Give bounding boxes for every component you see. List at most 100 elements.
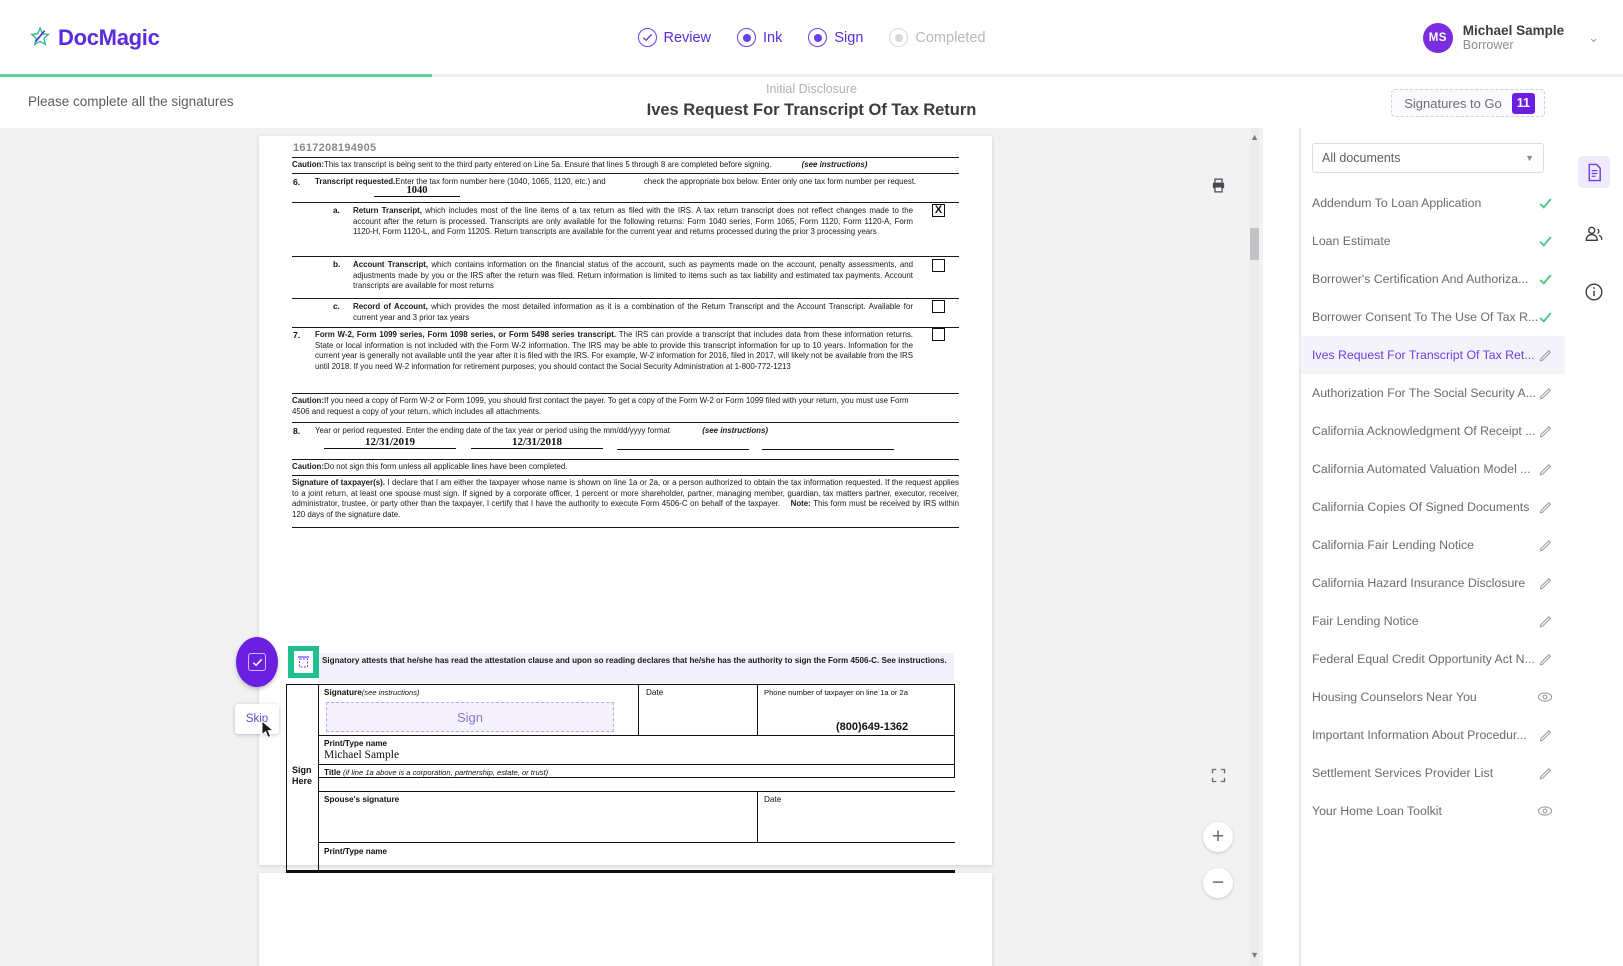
list-item[interactable]: Borrower Consent To The Use Of Tax R... xyxy=(1301,298,1566,336)
rail-info-button[interactable] xyxy=(1578,276,1610,308)
step-review-label: Review xyxy=(663,29,712,46)
signature-field-marker[interactable] xyxy=(236,637,278,687)
status-pencil-icon xyxy=(1539,500,1553,514)
list-item-active[interactable]: Ives Request For Transcript Of Tax Ret..… xyxy=(1301,336,1566,374)
line-8-date-1[interactable]: 12/31/2019 xyxy=(324,436,456,449)
status-check-icon xyxy=(1538,310,1553,325)
table-date-label: Date xyxy=(646,688,664,697)
document-stage: 1617208194905 Caution:This tax transcrip… xyxy=(0,128,1263,966)
table-print-name-value: Michael Sample xyxy=(324,749,400,761)
step-sign[interactable]: Sign xyxy=(808,28,863,47)
list-item[interactable]: California Acknowledgment Of Receipt ... xyxy=(1301,412,1566,450)
chevron-down-icon[interactable]: ⌄ xyxy=(1588,30,1599,46)
fit-screen-button[interactable] xyxy=(1203,760,1233,790)
line-8-date-4[interactable] xyxy=(762,436,894,450)
signatures-to-go-label: Signatures to Go xyxy=(1404,95,1502,111)
document-filter-select[interactable]: All documents ▼ xyxy=(1312,143,1544,173)
line-8-date-2[interactable]: 12/31/2018 xyxy=(471,436,603,449)
step-ink[interactable]: Ink xyxy=(737,28,782,47)
status-check-icon xyxy=(1538,196,1553,211)
item-a-checkbox[interactable]: X xyxy=(932,204,945,217)
item-c-bold: Record of Account, xyxy=(353,302,428,311)
document-name: California Acknowledgment Of Receipt ... xyxy=(1312,424,1536,438)
rail-documents-button[interactable] xyxy=(1578,156,1610,188)
line-6-text-2: check the appropriate box below. Enter o… xyxy=(643,177,917,186)
info-icon xyxy=(1585,283,1603,301)
signatures-to-go[interactable]: Signatures to Go 11 xyxy=(1391,89,1545,117)
item-b-bold: Account Transcript, xyxy=(353,260,429,269)
list-item[interactable]: Housing Counselors Near You xyxy=(1301,678,1566,716)
docmagic-star-icon xyxy=(30,26,51,46)
list-item[interactable]: Your Home Loan Toolkit xyxy=(1301,792,1566,830)
line-8-text: Year or period requested. Enter the endi… xyxy=(315,426,670,435)
step-completed-label: Completed xyxy=(915,29,986,46)
document-name: Important Information About Procedur... xyxy=(1312,728,1527,742)
list-item[interactable]: Loan Estimate xyxy=(1301,222,1566,260)
caution-1-label: Caution: xyxy=(292,160,324,169)
table-signature-hint: (see instructions) xyxy=(361,688,420,697)
stage-scroll-thumb[interactable] xyxy=(1250,228,1259,260)
document-name: California Automated Valuation Model ... xyxy=(1312,462,1531,476)
list-item[interactable]: California Fair Lending Notice xyxy=(1301,526,1566,564)
checkbox-field-icon xyxy=(294,651,313,673)
list-item[interactable]: Addendum To Loan Application xyxy=(1301,184,1566,222)
list-item[interactable]: Borrower's Certification And Authoriza..… xyxy=(1301,260,1566,298)
user-menu[interactable]: MS Michael Sample Borrower ⌄ xyxy=(1422,22,1599,53)
status-pencil-icon xyxy=(1539,766,1553,780)
caution-1-see: (see instructions) xyxy=(801,160,868,169)
list-item[interactable]: Important Information About Procedur... xyxy=(1301,716,1566,754)
document-name: Loan Estimate xyxy=(1312,234,1391,248)
document-name: Fair Lending Notice xyxy=(1312,614,1419,628)
caution-3-label: Caution: xyxy=(292,462,324,471)
active-checkbox-field[interactable] xyxy=(288,646,319,678)
documents-panel: All documents ▼ Addendum To Loan Applica… xyxy=(1300,128,1566,966)
brand-name: DocMagic xyxy=(58,24,160,50)
sign-field-button[interactable]: Sign xyxy=(326,702,614,732)
item-b-checkbox[interactable] xyxy=(932,259,945,272)
line-6-value: 1040 xyxy=(374,185,460,197)
status-eye-icon xyxy=(1537,689,1553,705)
zoom-in-button[interactable]: + xyxy=(1203,822,1233,852)
status-pencil-icon xyxy=(1539,386,1553,400)
document-name: Ives Request For Transcript Of Tax Ret..… xyxy=(1312,348,1535,362)
print-button[interactable] xyxy=(1203,170,1233,200)
zoom-out-button[interactable]: − xyxy=(1203,868,1233,898)
scroll-up-icon[interactable]: ▲ xyxy=(1250,132,1259,142)
status-pencil-icon xyxy=(1539,728,1553,742)
item-c-checkbox[interactable] xyxy=(932,300,945,313)
list-item[interactable]: Fair Lending Notice xyxy=(1301,602,1566,640)
list-item[interactable]: California Copies Of Signed Documents xyxy=(1301,488,1566,526)
brand-logo[interactable]: DocMagic xyxy=(30,25,160,51)
document-name: California Hazard Insurance Disclosure xyxy=(1312,576,1526,590)
list-item[interactable]: Authorization For The Social Security A.… xyxy=(1301,374,1566,412)
table-phone-label: Phone number of taxpayer on line 1a or 2… xyxy=(764,688,908,697)
document-name: Settlement Services Provider List xyxy=(1312,766,1494,780)
table-signature-label: Signature xyxy=(324,688,362,697)
line-8-date-3[interactable] xyxy=(617,436,749,450)
scroll-down-icon[interactable]: ▼ xyxy=(1250,950,1259,960)
step-review[interactable]: Review xyxy=(637,28,711,47)
user-name: Michael Sample xyxy=(1462,22,1565,38)
table-title-hint: (if line 1a above is a corporation, part… xyxy=(342,768,549,777)
list-item[interactable]: Settlement Services Provider List xyxy=(1301,754,1566,792)
rail-participants-button[interactable] xyxy=(1578,218,1610,250)
line-7-checkbox[interactable] xyxy=(932,328,945,341)
status-pencil-icon xyxy=(1539,424,1553,438)
participants-icon xyxy=(1585,226,1603,242)
stage-scrollbar[interactable] xyxy=(1250,128,1259,966)
mouse-cursor xyxy=(261,719,275,745)
list-item[interactable]: Federal Equal Credit Opportunity Act N..… xyxy=(1301,640,1566,678)
line-8-number: 8. xyxy=(293,426,301,436)
docmagic-signing-app: DocMagic Review Ink Sign Completed MS Mi… xyxy=(0,0,1623,966)
item-a-text: which includes most of the line items of… xyxy=(353,206,913,237)
chevron-down-icon: ▼ xyxy=(1525,153,1534,163)
list-item[interactable]: California Hazard Insurance Disclosure xyxy=(1301,564,1566,602)
document-name: Authorization For The Social Security A.… xyxy=(1312,386,1536,400)
status-pencil-icon xyxy=(1539,614,1553,628)
document-name: Borrower Consent To The Use Of Tax R... xyxy=(1312,310,1538,324)
user-role: Borrower xyxy=(1462,37,1514,52)
document-list: Addendum To Loan Application Loan Estima… xyxy=(1301,184,1566,830)
list-item[interactable]: California Automated Valuation Model ... xyxy=(1301,450,1566,488)
caution-2-text: If you need a copy of Form W-2 or Form 1… xyxy=(292,396,909,416)
line-8-see: (see instructions) xyxy=(702,426,768,435)
